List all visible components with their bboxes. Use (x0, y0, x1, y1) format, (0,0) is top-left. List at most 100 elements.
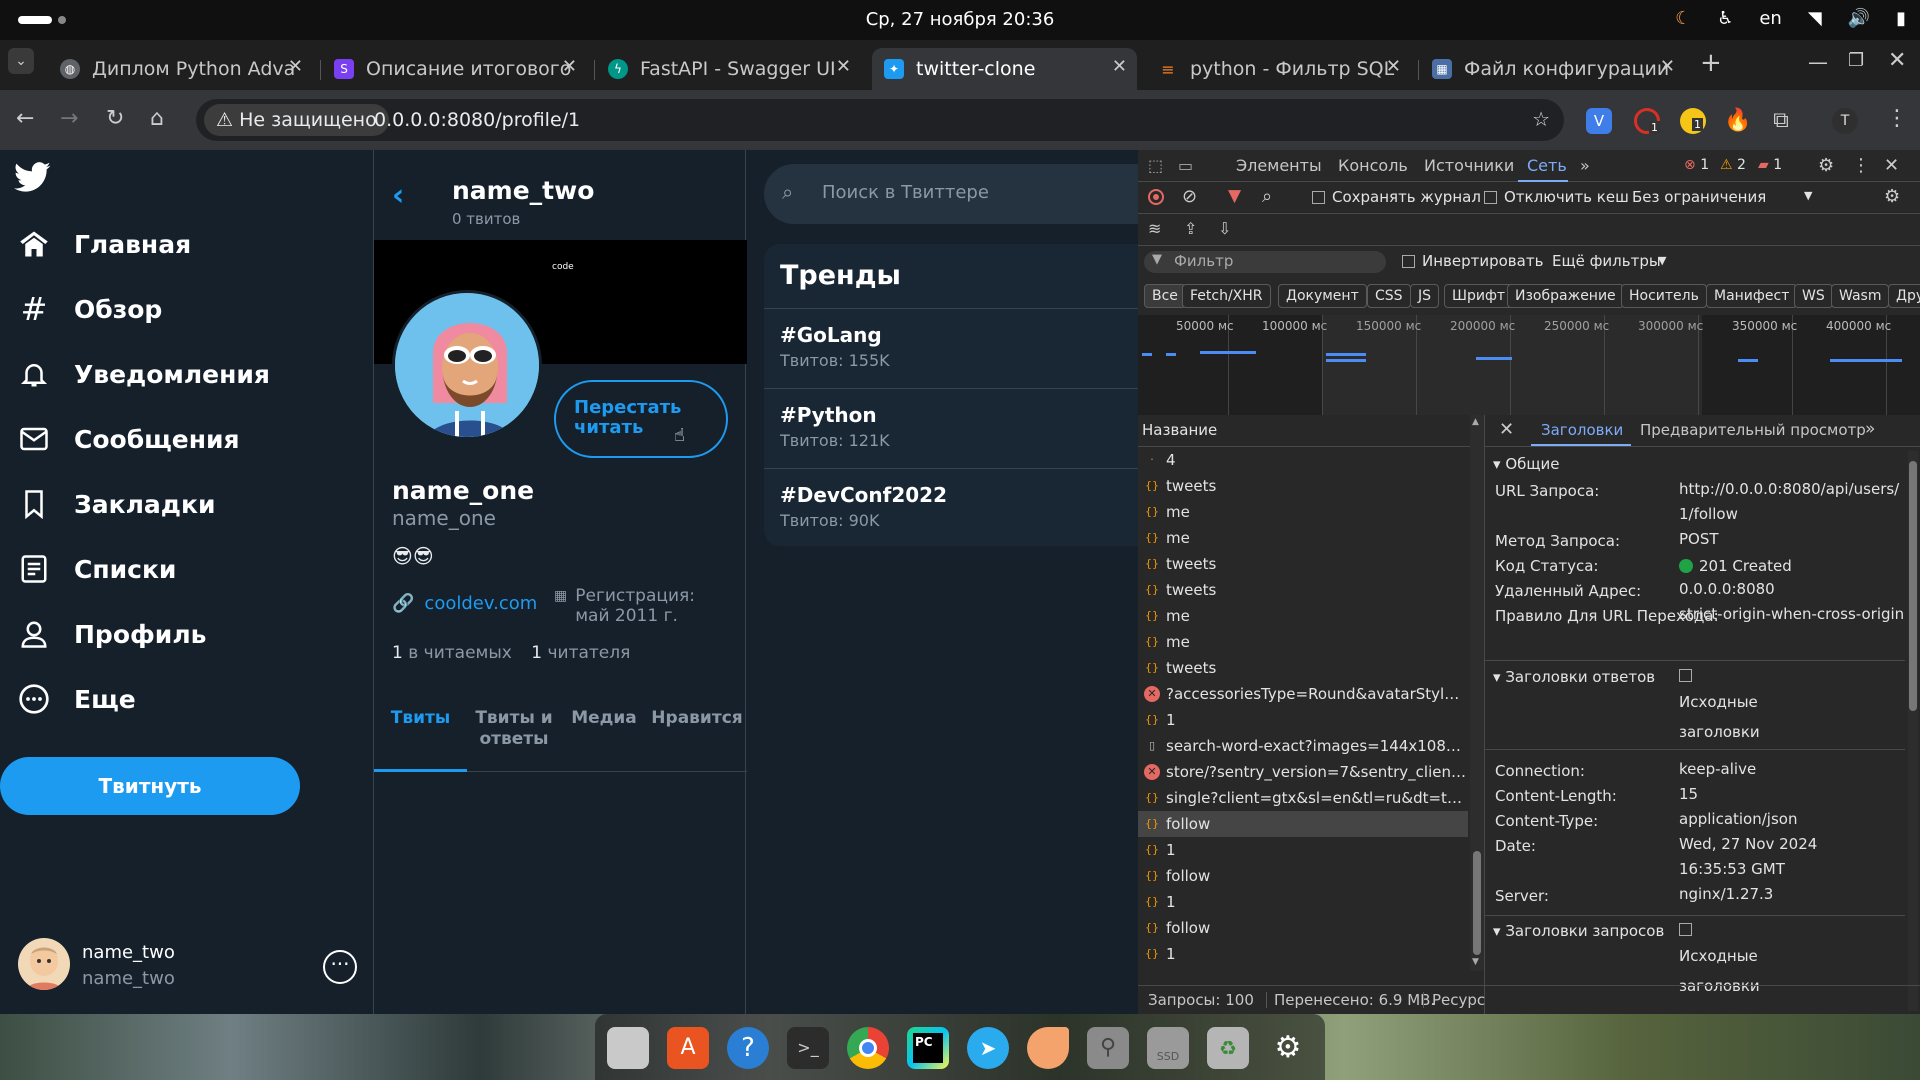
filter-chip-other[interactable]: Дру (1888, 284, 1920, 308)
throttling-select[interactable]: Без ограничения (1632, 188, 1766, 206)
system-clock[interactable]: Ср, 27 ноября 20:36 (0, 9, 1920, 30)
sidebar-item-profile[interactable]: Профиль (16, 616, 206, 652)
request-row[interactable]: ✕ store/?sentry_version=7&sentry_client=r… (1138, 759, 1468, 785)
ssd-icon[interactable]: SSD (1147, 1027, 1189, 1069)
close-tab-icon[interactable]: ✕ (1386, 56, 1401, 77)
timeline-selection[interactable] (1322, 315, 1702, 415)
request-list-scrollbar[interactable]: ▲ ▼ (1470, 415, 1484, 971)
general-section-toggle[interactable]: ▾ Общие (1493, 455, 1559, 473)
sidebar-item-bookmarks[interactable]: Закладки (16, 486, 215, 522)
pycharm-icon[interactable]: PC (907, 1027, 949, 1069)
forward-button[interactable]: → (60, 106, 78, 131)
filter-chip-media[interactable]: Носитель (1621, 284, 1707, 308)
request-row[interactable]: {} me (1138, 629, 1468, 655)
extension-v-icon[interactable]: V (1586, 108, 1612, 134)
devtools-tab-elements[interactable]: Элементы (1236, 156, 1322, 175)
devtools-tab-sources[interactable]: Источники (1424, 156, 1514, 175)
devtools-tab-console[interactable]: Консоль (1338, 156, 1408, 175)
request-row[interactable]: {} tweets (1138, 655, 1468, 681)
profile-website[interactable]: 🔗 cooldev.com (392, 593, 537, 614)
request-row[interactable]: {} me (1138, 525, 1468, 551)
devtools-menu-icon[interactable]: ⋮ (1852, 155, 1870, 176)
system-tray[interactable]: ☾ ♿ en ◥ 🔊 ▮ (1675, 8, 1906, 29)
extension-yellow-icon[interactable]: 1 (1680, 108, 1706, 134)
details-scrollbar[interactable] (1908, 451, 1918, 1011)
omnibox[interactable]: ⚠ Не защищено 0.0.0.0:8080/profile/1 ☆ (196, 99, 1564, 141)
browser-tab[interactable]: ▦ Файл конфигурации ✕ (1420, 48, 1685, 90)
request-headers-toggle[interactable]: ▾ Заголовки запросов (1493, 922, 1664, 940)
network-settings-icon[interactable]: ⚙ (1884, 186, 1900, 207)
filter-chip-all[interactable]: Все (1144, 284, 1186, 308)
device-toggle-icon[interactable]: ▭ (1178, 156, 1193, 175)
tab-likes[interactable]: Нравится (647, 708, 747, 729)
filter-input[interactable]: ▼ Фильтр (1144, 251, 1386, 273)
request-row[interactable]: · 4 (1138, 447, 1468, 473)
sidebar-item-lists[interactable]: Списки (16, 551, 176, 587)
browser-tab[interactable]: S Описание итогового ✕ (322, 48, 587, 90)
trend-item[interactable]: #DevConf2022 Твитов: 90K (764, 468, 1138, 548)
extensions-puzzle-icon[interactable]: ⧉ (1768, 108, 1794, 134)
search-input[interactable]: ⌕ Поиск в Твиттере (764, 164, 1138, 224)
filter-chip-img[interactable]: Изображение (1507, 284, 1624, 308)
close-devtools-icon[interactable]: ✕ (1884, 155, 1899, 176)
response-headers-toggle[interactable]: ▾ Заголовки ответов (1493, 668, 1655, 686)
request-row[interactable]: ▯ search-word-exact?images=144x108&wor... (1138, 733, 1468, 759)
raw-request-headers-checkbox[interactable] (1679, 923, 1692, 936)
request-row[interactable]: {} single?client=gtx&sl=en&tl=ru&dt=t&q=%… (1138, 785, 1468, 811)
inspect-element-icon[interactable]: ⬚ (1148, 156, 1163, 175)
browser-tab[interactable]: ϟ FastAPI - Swagger UI ✕ (596, 48, 861, 90)
terminal-icon[interactable]: >_ (787, 1027, 829, 1069)
usb-icon[interactable]: ⚲ (1087, 1027, 1129, 1069)
telegram-icon[interactable]: ➤ (967, 1027, 1009, 1069)
network-conditions-icon[interactable]: ≋ (1148, 219, 1161, 238)
help-icon[interactable]: ? (727, 1027, 769, 1069)
close-tab-icon[interactable]: ✕ (1112, 56, 1127, 77)
sidebar-item-more[interactable]: Еще (16, 681, 136, 717)
account-switcher[interactable]: name_two name_two ··· (18, 938, 358, 998)
back-button[interactable]: ← (16, 106, 34, 131)
sidebar-item-messages[interactable]: Сообщения (16, 421, 240, 457)
request-row[interactable]: {} me (1138, 603, 1468, 629)
unfollow-button[interactable]: Перестать читать (554, 380, 728, 458)
tab-tweets[interactable]: Твиты (374, 708, 467, 729)
import-har-icon[interactable]: ⇪ (1184, 219, 1197, 238)
filter-chip-wasm[interactable]: Wasm (1831, 284, 1890, 308)
chrome-icon[interactable] (847, 1027, 889, 1069)
language-indicator[interactable]: en (1759, 8, 1781, 29)
filter-chip-manifest[interactable]: Манифест (1706, 284, 1798, 308)
close-tab-icon[interactable]: ✕ (1660, 56, 1675, 77)
profile-avatar[interactable]: T (1832, 108, 1858, 134)
sidebar-item-explore[interactable]: # Обзор (16, 290, 163, 328)
preserve-log-checkbox[interactable] (1312, 191, 1325, 204)
request-row[interactable]: {} 1 (1138, 941, 1468, 967)
minimize-window-button[interactable]: — (1808, 50, 1828, 74)
devtools-tab-network[interactable]: Сеть (1527, 156, 1567, 175)
request-row[interactable]: {} 1 (1138, 707, 1468, 733)
more-tabs-icon[interactable]: » (1580, 156, 1590, 175)
account-more-icon[interactable]: ··· (323, 950, 357, 984)
invert-checkbox[interactable] (1402, 255, 1415, 268)
request-row[interactable]: {} me (1138, 499, 1468, 525)
request-row[interactable]: {} 1 (1138, 837, 1468, 863)
followers-link[interactable]: 1 читателя (531, 643, 630, 663)
request-row[interactable]: {} tweets (1138, 577, 1468, 603)
filter-icon[interactable]: ▼ (1228, 186, 1241, 206)
extension-timer-icon[interactable]: 1 (1634, 108, 1660, 134)
apps-grid-icon[interactable]: ⚙ (1267, 1027, 1309, 1069)
filter-chip-doc[interactable]: Документ (1278, 284, 1367, 308)
request-row[interactable]: {} tweets (1138, 551, 1468, 577)
bookmark-star-icon[interactable]: ☆ (1532, 107, 1550, 131)
files-icon[interactable] (607, 1027, 649, 1069)
settings-gear-icon[interactable]: ⚙ (1818, 155, 1834, 176)
request-row[interactable]: {} 1 (1138, 889, 1468, 915)
request-row[interactable]: {} follow (1138, 811, 1468, 837)
close-tab-icon[interactable]: ✕ (836, 56, 851, 77)
url-text[interactable]: 0.0.0.0:8080/profile/1 (374, 109, 580, 131)
filter-chip-js[interactable]: JS (1410, 284, 1440, 308)
name-column-header[interactable]: Название (1142, 421, 1217, 439)
raw-headers-checkbox[interactable] (1679, 669, 1692, 682)
trend-item[interactable]: #Python Твитов: 121K (764, 388, 1138, 468)
filter-chip-css[interactable]: CSS (1367, 284, 1411, 308)
tab-headers[interactable]: Заголовки (1541, 421, 1623, 439)
reload-button[interactable]: ↻ (106, 106, 124, 131)
